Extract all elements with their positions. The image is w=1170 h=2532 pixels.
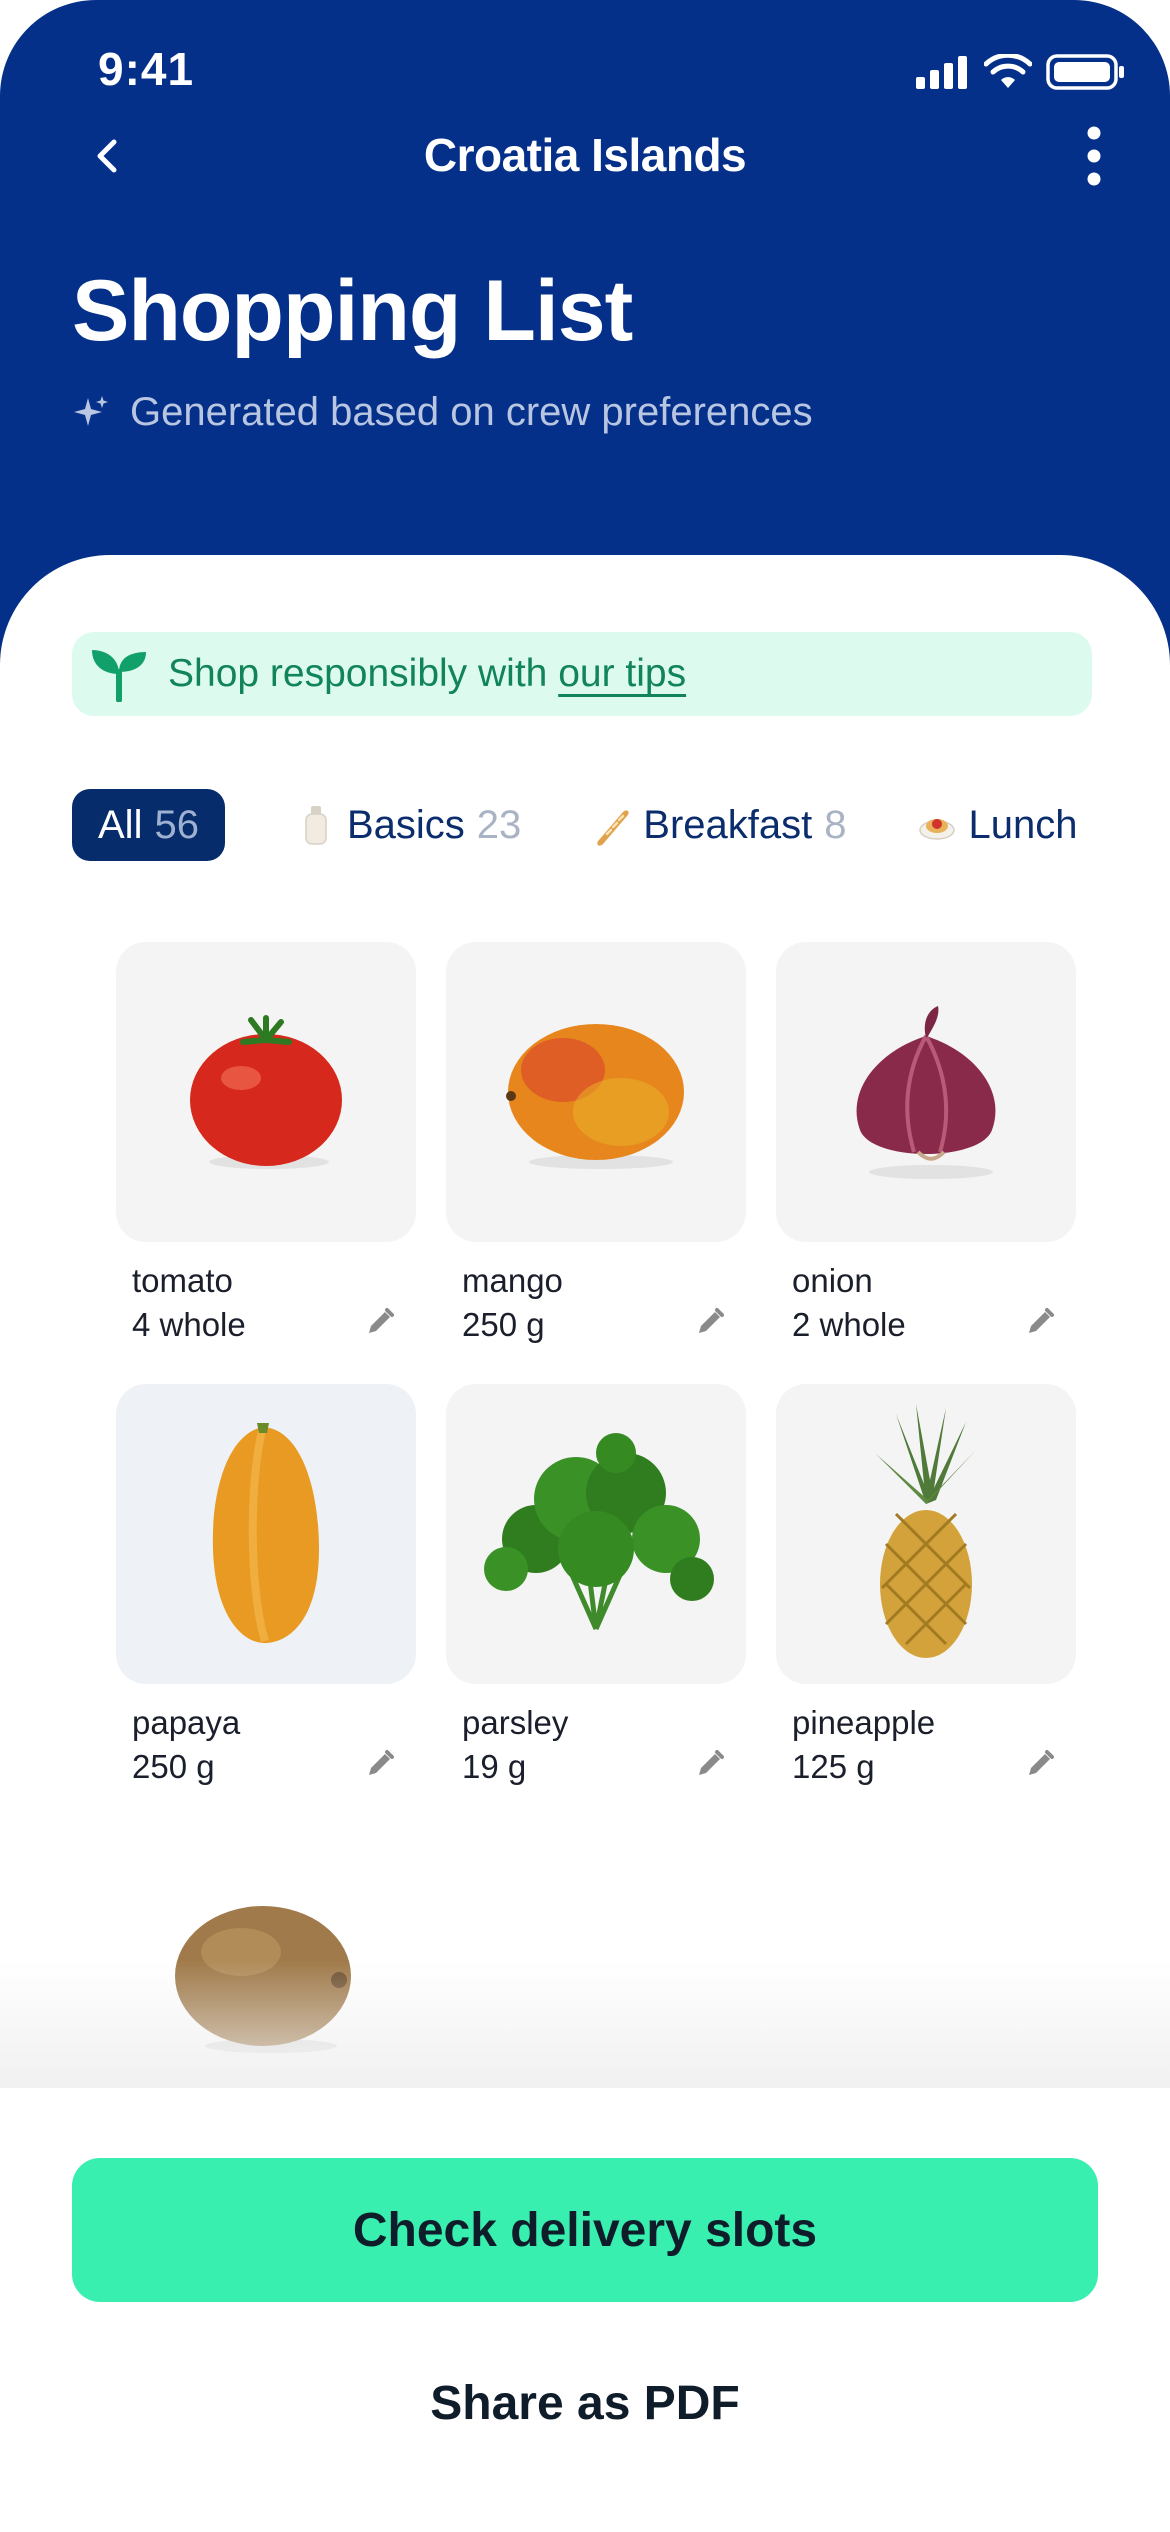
signal-icon (916, 56, 967, 89)
item-name: onion (792, 1262, 873, 1299)
item-image (446, 942, 746, 1242)
item-quantity: 19 g (462, 1748, 527, 1785)
tab-basics[interactable]: Basics 23 (297, 803, 521, 848)
tab-label: Basics (346, 802, 465, 847)
bottom-actions (0, 2088, 1170, 2532)
subtitle-text: Generated based on crew preferences (130, 390, 813, 434)
edit-button[interactable] (360, 1302, 400, 1342)
item-image (446, 1384, 746, 1684)
item-card-papaya[interactable]: papaya 250 g (116, 1384, 416, 1785)
sprout-icon (92, 650, 146, 702)
sparkle-icon (74, 395, 108, 426)
bottle-icon (305, 806, 327, 845)
page-title: Shopping List (72, 263, 633, 359)
pencil-icon (369, 1308, 394, 1333)
tip-text: Shop responsibly with our tips (168, 652, 687, 695)
item-quantity: 125 g (792, 1748, 875, 1785)
parsley-icon (484, 1433, 714, 1631)
tip-banner: Shop responsibly with our tips (72, 632, 1092, 716)
tab-lunch[interactable]: Lunch (918, 803, 1077, 848)
pencil-icon (1029, 1750, 1054, 1775)
item-image (116, 1384, 416, 1684)
check-delivery-slots-button[interactable]: Check delivery slots (72, 2158, 1098, 2302)
item-quantity: 250 g (462, 1306, 545, 1343)
item-card-parsley[interactable]: parsley 19 g (446, 1384, 746, 1785)
tab-label: Lunch (968, 802, 1078, 847)
tab-label: All (98, 802, 143, 847)
papaya-icon (212, 1423, 319, 1644)
subtitle: Generated based on crew preferences (72, 390, 813, 435)
status-icons (914, 52, 1126, 92)
scroll-fade (0, 1960, 1170, 2088)
share-pdf-button[interactable]: Share as PDF (0, 2376, 1170, 2431)
edit-button[interactable] (1020, 1302, 1060, 1342)
battery-icon (1046, 54, 1124, 90)
item-name: parsley (462, 1704, 569, 1741)
pencil-icon (1029, 1308, 1054, 1333)
item-name: pineapple (792, 1704, 936, 1741)
nav-title: Croatia Islands (423, 129, 747, 181)
item-image (116, 942, 416, 1242)
pencil-icon (699, 1308, 724, 1333)
item-name: mango (462, 1262, 563, 1299)
edit-button[interactable] (690, 1302, 730, 1342)
pencil-icon (369, 1750, 394, 1775)
item-name: papaya (132, 1704, 241, 1741)
mango-icon (506, 1024, 684, 1169)
item-quantity: 250 g (132, 1748, 215, 1785)
edit-button[interactable] (1020, 1744, 1060, 1784)
item-card-pineapple[interactable]: pineapple 125 g (776, 1384, 1076, 1785)
tab-count: 8 (824, 802, 847, 847)
item-image (776, 1384, 1076, 1684)
tips-link[interactable]: our tips (558, 652, 686, 695)
pineapple-icon (876, 1404, 976, 1658)
category-tabs: All 56 Basics 23 Breakfast 8 Lunch (72, 788, 1170, 862)
onion-icon (856, 1006, 996, 1179)
more-vertical-icon (1087, 126, 1101, 186)
pencil-icon (699, 1750, 724, 1775)
item-card-onion[interactable]: onion 2 whole (776, 942, 1076, 1343)
tomato-icon (190, 1015, 342, 1169)
item-name: tomato (132, 1262, 233, 1299)
spaghetti-icon (919, 819, 956, 840)
more-menu-button[interactable] (1062, 124, 1126, 188)
baguette-icon (597, 810, 629, 846)
tab-all[interactable]: All 56 (72, 789, 225, 861)
wifi-icon (984, 54, 1032, 88)
tab-count: 23 (476, 802, 522, 847)
tab-label: Breakfast (643, 802, 813, 847)
status-time: 9:41 (98, 43, 195, 95)
item-quantity: 2 whole (792, 1306, 906, 1343)
item-image (776, 942, 1076, 1242)
edit-button[interactable] (360, 1744, 400, 1784)
tab-breakfast[interactable]: Breakfast 8 (593, 803, 846, 848)
edit-button[interactable] (690, 1744, 730, 1784)
tab-count: 56 (154, 802, 199, 847)
item-card-mango[interactable]: mango 250 g (446, 942, 746, 1343)
app-screen: 9:41 Croatia Islands Shopping List Gener… (0, 0, 1170, 2532)
item-card-tomato[interactable]: tomato 4 whole (116, 942, 416, 1343)
item-quantity: 4 whole (132, 1306, 246, 1343)
